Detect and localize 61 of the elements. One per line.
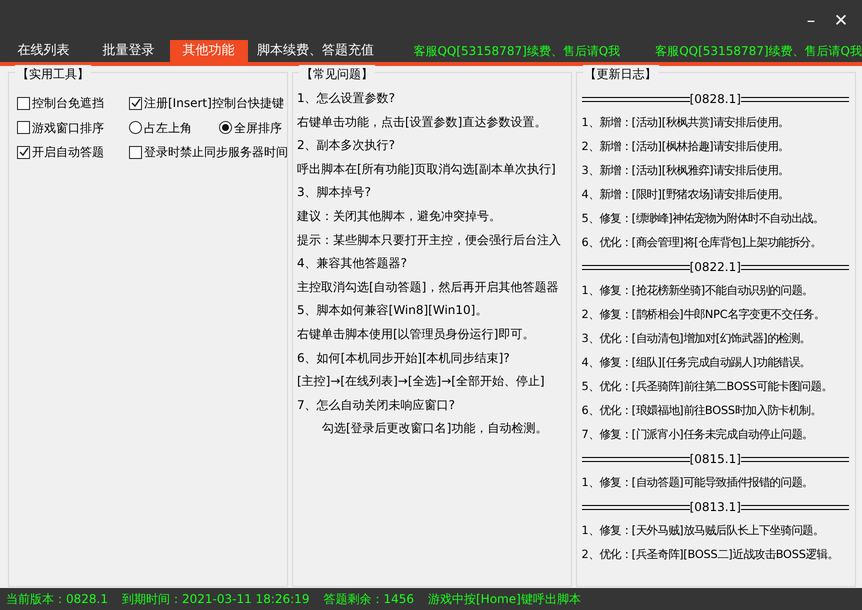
faq-text: 5、脚本如何兼容[Win8][Win10]。 — [297, 302, 488, 320]
group-title: 【常见问题】 — [299, 65, 375, 83]
version-label: [0813.1] — [690, 499, 741, 516]
changelog-entry: 2、新增：[活动][枫林拾趣]请安排后使用。 — [582, 139, 790, 155]
changelog-entry: 3、优化：[自动清包]增加对[幻饰武器]的检测。 — [582, 331, 812, 347]
checkbox[interactable] — [17, 146, 30, 159]
changelog-entry: 6、优化：[琅嬛福地]前往BOSS时加入防卡机制。 — [582, 403, 822, 419]
faq-text: 4、兼容其他答题器? — [297, 255, 408, 272]
option-label: 控制台免遮挡 — [32, 95, 104, 112]
radio-button[interactable] — [219, 121, 232, 134]
faq-text: 3、脚本掉号? — [297, 184, 372, 202]
status-text: 到期时间：2021-03-11 18:26:19 — [122, 591, 310, 608]
checkbox[interactable] — [129, 96, 142, 110]
support-notice: 客服QQ[53158787]续费、售后请Q我 — [413, 43, 620, 60]
status-text: 答题剩余：1456 — [323, 591, 414, 608]
checkbox[interactable] — [17, 121, 30, 134]
option-label: 占左上角 — [144, 120, 192, 137]
faq-text: 2、副本多次执行? — [297, 137, 396, 154]
changelog-entry: 5、优化：[兵圣骑阵]前往第二BOSS可能卡图问题。 — [582, 379, 834, 395]
option-label: 注册[Insert]控制台快捷键 — [144, 95, 284, 112]
group-title: 【实用工具】 — [15, 65, 91, 83]
changelog-entry: 7、修复：[门派宵小]任务未完成自动停止问题。 — [582, 427, 814, 443]
tab[interactable]: 其他功能 — [170, 40, 248, 62]
group-title: 【更新日志】 — [582, 65, 658, 83]
minimize-button[interactable]: – — [796, 4, 826, 38]
changelog-entry: 4、新增：[限时][野猪农场]请安排后使用。 — [582, 187, 790, 203]
faq-text: 1、怎么设置参数? — [297, 90, 396, 107]
checkbox[interactable] — [17, 96, 30, 110]
changelog-entry: 3、新增：[活动][秋枫雅弈]请安排后使用。 — [582, 163, 790, 179]
option-label: 全屏排序 — [234, 120, 282, 137]
close-button[interactable]: ✕ — [826, 4, 856, 38]
faq-text: 提示：某些脚本只要打开主控，便会强行后台注入 — [297, 232, 562, 249]
option-label: 游戏窗口排序 — [32, 120, 104, 137]
changelog-entry: 1、修复：[抢花榜新坐骑]不能自动识别的问题。 — [582, 283, 814, 299]
faq-text: 6、如何[本机同步开始][本机同步结束]? — [297, 350, 511, 367]
version-label: [0828.1] — [690, 91, 741, 108]
changelog-entry: 1、修复：[天外马贼]放马贼后队长上下坐骑问题。 — [582, 523, 825, 539]
faq-text: 勾选[登录后更改窗口名]功能，自动检测。 — [322, 420, 548, 438]
changelog-entry: 2、优化：[兵圣奇阵][BOSS二]近战攻击BOSS逻辑。 — [582, 547, 840, 563]
changelog-entry: 5、修复：[缥缈峰]神佑宠物为附体时不自动出战。 — [582, 211, 825, 227]
option-label: 开启自动答题 — [32, 144, 104, 162]
support-notice: 客服QQ[53158787]续费、售后请Q我 — [655, 43, 862, 60]
changelog-entry: 6、优化：[商会管理]将[仓库背包]上架功能拆分。 — [582, 235, 822, 251]
checkbox[interactable] — [129, 146, 142, 159]
changelog-entry: 1、新增：[活动][秋枫共赏]请安排后使用。 — [582, 115, 790, 131]
status-text: 当前版本：0828.1 — [6, 591, 108, 608]
faq-text: [主控]→[在线列表]→[全选]→[全部开始、停止] — [297, 373, 546, 390]
faq-text: 7、怎么自动关闭未响应窗口? — [297, 396, 456, 414]
changelog-entry: 1、修复：[自动答题]可能导致插件报错的问题。 — [582, 475, 814, 491]
changelog-entry: 4、修复：[组队][任务完成自动踢人]功能错误。 — [582, 355, 812, 371]
faq-text: 右键单击功能，点击[设置参数]直达参数设置。 — [297, 114, 548, 131]
faq-text: 呼出脚本在[所有功能]页取消勾选[副本单次执行] — [297, 160, 557, 178]
faq-text: 主控取消勾选[自动答题]，然后再开启其他答题器 — [297, 278, 560, 296]
faq-text: 建议：关闭其他脚本，避免冲突掉号。 — [297, 208, 502, 225]
faq-text: 右键单击脚本使用[以管理员身份运行]即可。 — [297, 326, 536, 343]
version-label: [0822.1] — [690, 259, 741, 276]
radio-button[interactable] — [129, 121, 142, 134]
version-label: [0815.1] — [690, 451, 741, 468]
option-label: 登录时禁止同步服务器时间 — [144, 144, 288, 162]
status-text: 游戏中按[Home]键呼出脚本 — [428, 591, 581, 608]
changelog-entry: 2、修复：[鹊桥相会]牛郎NPC名字变更不交任务。 — [582, 307, 826, 323]
